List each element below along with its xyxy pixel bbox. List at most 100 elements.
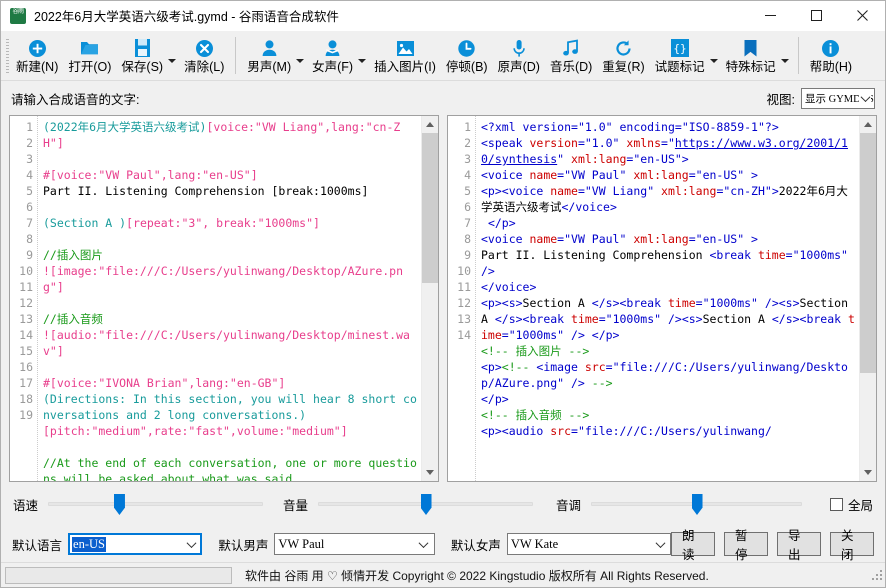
female-voice-dropdown-arrow-icon[interactable] [358, 31, 369, 80]
code-token: <image [536, 360, 585, 374]
code-token: </s><break [771, 312, 849, 326]
default-language-label: 默认语言 [12, 538, 63, 553]
close-icon[interactable] [839, 1, 885, 31]
code-line: ![audio:"file:///C:/Users/yulinwang/Desk… [43, 327, 419, 359]
toolbar-button-special-mark[interactable]: 特殊标记 [721, 31, 781, 80]
view-mode-select[interactable]: 显示 GYMD | SSML 视图 [801, 87, 875, 109]
read-aloud-button[interactable]: 朗读 [671, 529, 716, 562]
maximize-icon[interactable] [793, 1, 839, 31]
line-number: 1 [26, 120, 33, 134]
minimize-icon[interactable] [747, 1, 793, 31]
resize-grip-icon[interactable] [871, 569, 883, 581]
default-language-select[interactable]: en-US [68, 533, 203, 555]
toolbar-button-help[interactable]: 帮助(H) [805, 31, 857, 80]
toolbar-button-pause[interactable]: 停顿(B) [441, 31, 493, 80]
male-voice-dropdown-arrow-icon[interactable] [296, 31, 307, 80]
scroll-up-arrow-icon[interactable] [422, 116, 439, 133]
toolbar-drag-handle[interactable] [3, 31, 11, 80]
help-info-icon [820, 37, 842, 59]
pitch-slider-thumb[interactable] [691, 494, 703, 515]
status-bar: 软件由 谷雨 用 ♡ 倾情开发 Copyright © 2022 Kingstu… [1, 562, 885, 587]
left-editor-code[interactable]: (2022年6月大学英语六级考试)[voice:"VW Liang",lang:… [38, 116, 421, 481]
code-token: xml:lang [571, 152, 627, 166]
toolbar-button-male-voice[interactable]: 男声(M) [242, 31, 296, 80]
rate-slider-track[interactable] [48, 502, 264, 506]
left-editor-scrollbar[interactable] [421, 116, 438, 481]
code-token: (Directions: In this section, you will h… [43, 392, 417, 422]
default-female-voice-select[interactable]: VW Kate [506, 533, 672, 555]
save-dropdown-arrow-icon[interactable] [168, 31, 179, 80]
code-token: <p><s> [481, 296, 523, 310]
code-token: //At the end of each conversation, one o… [43, 456, 417, 481]
rate-slider[interactable] [48, 493, 264, 515]
scroll-down-arrow-icon[interactable] [422, 464, 439, 481]
code-token: xml:lang [633, 232, 689, 246]
toolbar-button-open[interactable]: 打开(O) [63, 31, 116, 80]
line-number: 10 [457, 264, 471, 278]
code-line: </p> [481, 215, 857, 231]
male-voice-icon [258, 37, 280, 59]
volume-slider[interactable] [318, 493, 534, 515]
right-scroll-track[interactable] [859, 133, 876, 464]
code-line: //At the end of each conversation, one o… [43, 455, 419, 481]
default-male-voice-select[interactable]: VW Paul [274, 533, 435, 555]
toolbar-button-clear[interactable]: 清除(L) [179, 31, 229, 80]
toolbar-button-female-voice[interactable]: 女声(F) [307, 31, 358, 80]
toolbar-button-music[interactable]: 音乐(D) [545, 31, 597, 80]
close-button[interactable]: 关闭 [830, 529, 875, 562]
scroll-down-arrow-icon[interactable] [860, 464, 877, 481]
slider-label-pitch: 音调 [556, 498, 582, 513]
line-number: 4 [464, 168, 471, 182]
ssml-editor-panel[interactable]: 1 2 3 4 5 6 7 8 9 10 11 12 13 14 <?xml version="1.0" … [447, 115, 877, 482]
line-number: 11 [19, 280, 33, 294]
toolbar-button-exam-mark[interactable]: {} 试题标记 [650, 31, 710, 80]
toolbar-button-save[interactable]: 保存(S) [116, 31, 168, 80]
left-scroll-thumb[interactable] [421, 133, 438, 283]
code-token: //插入图片 [43, 248, 103, 262]
line-number: 5 [464, 184, 471, 198]
code-token: xml:lang [633, 168, 689, 182]
toolbar-label: 打开(O) [68, 60, 112, 74]
app-logo-icon [10, 7, 26, 25]
default-language-value: en-US [72, 536, 106, 552]
code-token: <?xml version= [481, 120, 578, 134]
code-line: //插入音频 [43, 311, 419, 327]
right-scroll-thumb[interactable] [859, 133, 876, 373]
prompt-row: 请输入合成语音的文字: 视图: 显示 GYMD | SSML 视图 [1, 81, 885, 115]
slider-group-rate: 语速 [13, 493, 283, 515]
code-line: #[voice:"VW Paul",lang:"en-US"] [43, 167, 419, 183]
code-token: ="1000ms" /> </p> [501, 328, 620, 342]
toolbar-button-original-voice[interactable]: 原声(D) [493, 31, 545, 80]
gymd-editor-panel[interactable]: 1 2 3 4 5 6 7 8 9 10 11 12 13 14 15 16 17 18 19 (2022年6月大学… [9, 115, 439, 482]
right-editor-scrollbar[interactable] [859, 116, 876, 481]
code-token: </p> [481, 392, 509, 406]
toolbar-button-insert-image[interactable]: 插入图片(I) [369, 31, 441, 80]
global-checkbox[interactable] [829, 497, 843, 511]
audio-parameter-sliders: 语速 音量 音调 全局 [1, 482, 885, 526]
pitch-slider[interactable] [591, 493, 803, 515]
right-editor-code[interactable]: <?xml version="1.0" encoding="ISO-8859-1… [476, 116, 859, 481]
pause-button[interactable]: 暂停 [724, 529, 769, 562]
code-token: ="en-US" > [688, 232, 758, 246]
slider-group-pitch: 音调 [556, 493, 821, 515]
export-button[interactable]: 导出 [777, 529, 822, 562]
chevron-down-icon [418, 537, 430, 550]
special-mark-dropdown-arrow-icon[interactable] [780, 31, 792, 80]
volume-slider-thumb[interactable] [420, 494, 432, 515]
exam-mark-dropdown-arrow-icon[interactable] [709, 31, 721, 80]
toolbar-button-new[interactable]: 新建(N) [11, 31, 63, 80]
rate-slider-thumb[interactable] [113, 494, 125, 515]
scroll-up-arrow-icon[interactable] [860, 116, 877, 133]
line-number: 6 [464, 200, 471, 214]
left-editor-gutter: 1 2 3 4 5 6 7 8 9 10 11 12 13 14 15 16 17 18 19 [10, 116, 38, 481]
toolbar-button-repeat[interactable]: 重复(R) [597, 31, 649, 80]
code-token: =" [661, 136, 675, 150]
code-token: <voice [481, 168, 530, 182]
global-checkbox-group[interactable]: 全局 [829, 495, 873, 514]
code-line: </voice> [481, 279, 857, 295]
default-male-voice-value: VW Paul [278, 536, 325, 551]
left-scroll-track[interactable] [421, 133, 438, 464]
default-male-voice-label: 默认男声 [218, 538, 269, 553]
toolbar-label: 女声(F) [312, 60, 354, 74]
